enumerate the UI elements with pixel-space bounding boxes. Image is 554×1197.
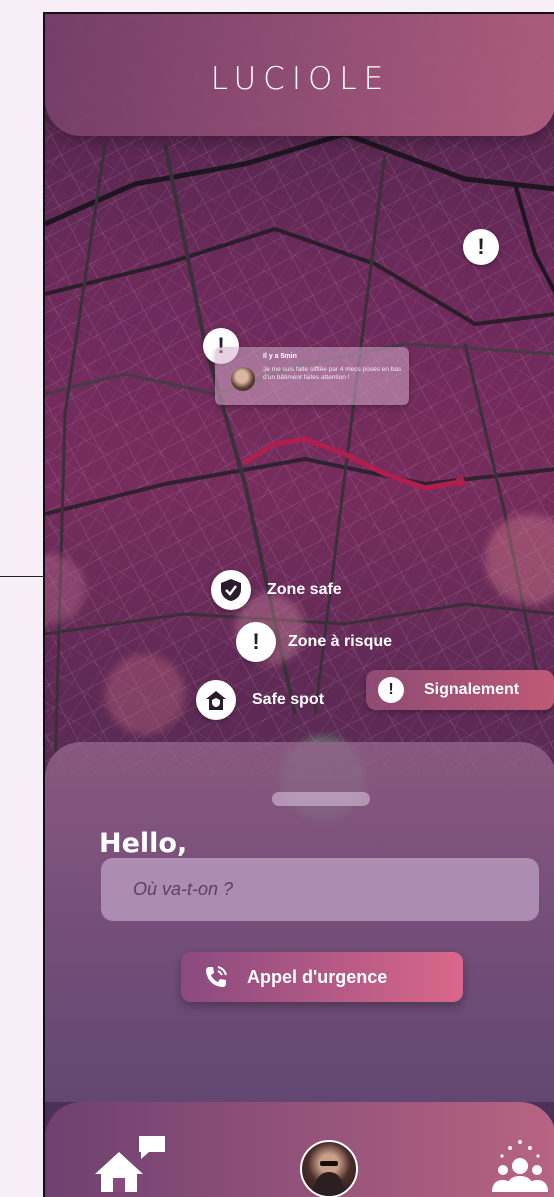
- legend-zone-risk[interactable]: ! Zone à risque: [236, 622, 392, 662]
- report-text: Je me suis faite sifflée par 4 mecs posé…: [263, 366, 402, 381]
- emergency-call-button[interactable]: Appel d'urgence: [181, 952, 463, 1002]
- phone-ring-icon: [206, 966, 227, 987]
- community-icon[interactable]: [490, 1136, 550, 1192]
- shield-check-icon: [211, 570, 251, 610]
- legend-label: Zone à risque: [288, 633, 393, 650]
- legend-safe-spot[interactable]: Safe spot: [196, 680, 324, 720]
- bokeh-light: [105, 654, 185, 734]
- reporter-avatar: [231, 367, 255, 391]
- app-logo: LUCIOLE: [210, 61, 391, 97]
- destination-search-input[interactable]: [101, 858, 539, 921]
- exclamation-glyph: !: [388, 681, 394, 698]
- signalement-label: Signalement: [424, 681, 520, 698]
- exclamation-glyph: !: [477, 234, 485, 259]
- exclamation-icon: !: [378, 677, 404, 703]
- report-time: Il y a 5min: [263, 353, 297, 360]
- greeting-title: Hello,: [99, 828, 188, 859]
- bottom-navigation: [45, 1102, 554, 1197]
- alert-marker-icon[interactable]: !: [463, 229, 499, 265]
- home-chat-icon[interactable]: [93, 1132, 169, 1192]
- annotation-leader-line: [0, 576, 44, 577]
- safe-house-icon: [196, 680, 236, 720]
- exclamation-glyph: !: [252, 629, 260, 654]
- sheet-drag-handle[interactable]: [272, 792, 370, 806]
- profile-avatar[interactable]: [300, 1140, 358, 1197]
- legend-zone-safe[interactable]: Zone safe: [211, 570, 342, 610]
- search-sheet: Hello, Appel d'urgence: [45, 742, 554, 1102]
- signalement-button[interactable]: ! Signalement: [366, 670, 554, 710]
- legend-label: Zone safe: [267, 581, 342, 598]
- phone-screen: LUCIOLE ! ! Il y a 5min Je me suis faite…: [43, 12, 554, 1197]
- legend-label: Safe spot: [252, 691, 325, 708]
- app-header: LUCIOLE: [45, 14, 554, 136]
- emergency-call-label: Appel d'urgence: [247, 966, 388, 987]
- report-popup[interactable]: Il y a 5min Je me suis faite sifflée par…: [215, 347, 409, 405]
- exclamation-icon: !: [236, 622, 276, 662]
